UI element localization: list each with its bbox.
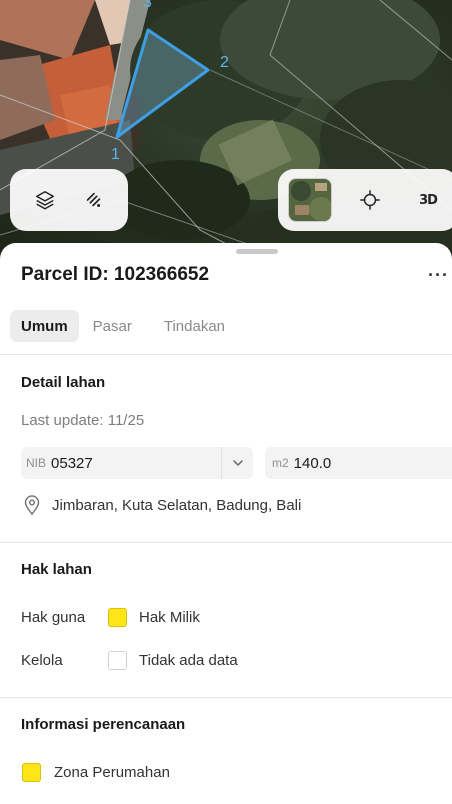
tab-umum[interactable]: Umum [10,310,79,342]
nib-dropdown-button[interactable] [221,447,253,479]
rights-label-hak-guna: Hak guna [21,609,86,626]
last-update-text: Last update: 11/25 [21,412,145,429]
more-options-icon[interactable]: ··· [428,265,449,286]
layers-button[interactable] [25,180,65,220]
three-d-button[interactable]: 3D [408,180,448,220]
rights-value-kelola: Tidak ada data [139,652,238,669]
location-pin-icon [24,495,40,515]
map-view[interactable]: 1 2 3 3D [0,0,452,262]
draw-button[interactable] [74,180,114,220]
section-title-rights: Hak lahan [21,561,92,578]
section-title-planning: Informasi perencanaan [21,716,186,733]
sheet-grabber[interactable] [236,249,278,254]
nib-prefix: NIB [26,456,47,470]
divider [0,697,452,698]
basemap-button[interactable] [288,178,332,222]
hak-milik-swatch [108,608,127,627]
kelola-swatch [108,651,127,670]
map-tools-left [10,169,128,231]
divider [0,354,452,355]
rights-value-hak-guna: Hak Milik [139,609,200,626]
vertex-label-2: 2 [220,54,229,71]
tab-pasar[interactable]: Pasar [83,310,143,342]
three-d-label: 3D [419,192,438,208]
tab-tindakan[interactable]: Tindakan [147,310,236,342]
section-title-detail: Detail lahan [21,374,106,391]
vertex-label-3: 3 [143,0,152,11]
map-tools-right: 3D [278,169,452,231]
satellite-thumbnail-icon [289,179,331,221]
area-value: 140.0 [293,454,332,472]
zone-label: Zona Perumahan [54,764,170,781]
chevron-down-icon [232,460,243,466]
vertex-label-1: 1 [111,146,120,163]
locate-button[interactable] [350,180,390,220]
area-field[interactable]: m2 140.0 [265,447,452,479]
parcel-title: Parcel ID: 102366652 [21,264,210,285]
area-unit: m2 [272,456,289,470]
nib-value: 05327 [51,454,93,472]
location-row: Jimbaran, Kuta Selatan, Badung, Bali [24,495,301,515]
nib-field[interactable]: NIB 05327 [21,447,253,479]
crosshair-icon [360,190,380,210]
zone-swatch [22,763,41,782]
divider [0,542,452,543]
layers-icon [35,191,54,210]
rights-label-kelola: Kelola [21,652,63,669]
location-text: Jimbaran, Kuta Selatan, Badung, Bali [52,496,302,514]
draw-icon [86,192,100,207]
tab-bar: Umum Pasar Tindakan [10,310,236,342]
parcel-sheet: Parcel ID: 102366652 ··· Umum Pasar Tind… [0,243,452,804]
